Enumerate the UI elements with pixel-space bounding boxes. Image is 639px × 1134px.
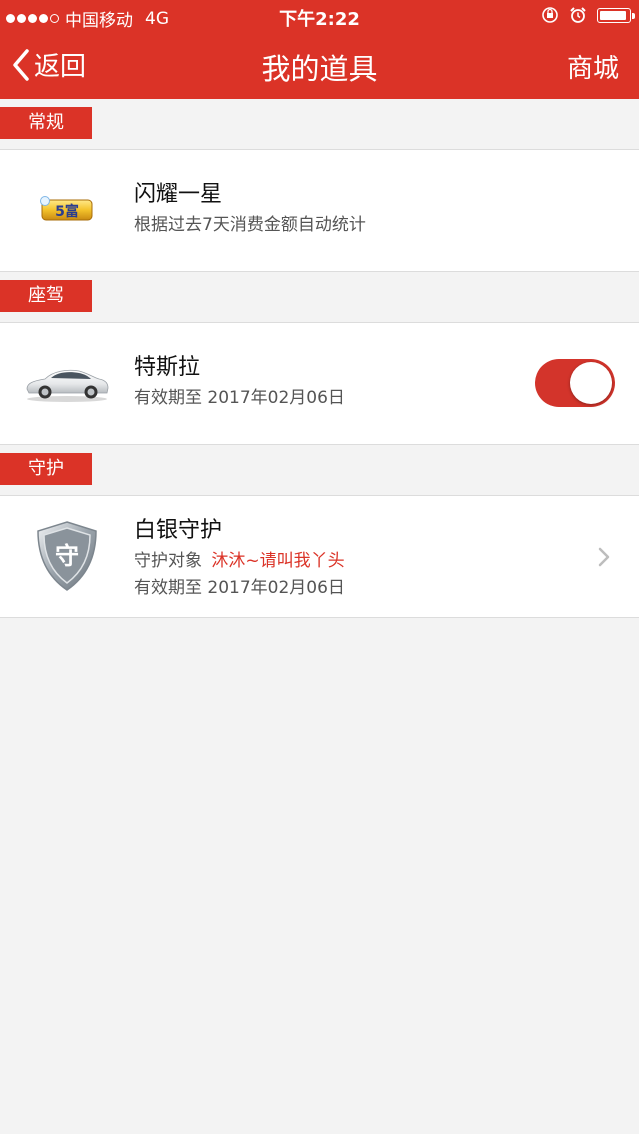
alarm-clock-icon bbox=[570, 7, 586, 23]
expiry-date: 有效期至 2017年02月06日 bbox=[134, 388, 345, 408]
shop-button[interactable]: 商城 bbox=[567, 48, 619, 85]
toggle-knob bbox=[570, 362, 612, 404]
section-tag: 守护 bbox=[0, 453, 96, 485]
item-text: 特斯拉 有效期至 2017年02月06日 bbox=[134, 351, 345, 412]
guardian-target: 守护对象 沐沐~请叫我丫头 bbox=[134, 548, 345, 575]
target-label: 守护对象 bbox=[134, 551, 202, 571]
badge-label: 5富 bbox=[55, 203, 79, 220]
section-tag: 座驾 bbox=[0, 280, 96, 312]
top-bar: 中国移动 4G 下午2:22 返回 我的道具 商城 bbox=[0, 0, 639, 99]
page-title: 我的道具 bbox=[261, 52, 378, 86]
vehicle-toggle[interactable] bbox=[535, 359, 615, 407]
car-icon bbox=[22, 343, 112, 423]
status-bar: 中国移动 4G 下午2:22 bbox=[0, 0, 639, 32]
navigation-bar: 返回 我的道具 商城 bbox=[0, 32, 639, 99]
section-header-guardian: 守护 bbox=[0, 445, 639, 496]
list-item[interactable]: 特斯拉 有效期至 2017年02月06日 bbox=[0, 323, 639, 445]
list-item[interactable]: 5富 闪耀一星 根据过去7天消费金额自动统计 bbox=[0, 150, 639, 272]
silver-shield-icon: 守 bbox=[22, 516, 112, 596]
section-header-vehicle: 座驾 bbox=[0, 272, 639, 323]
status-right bbox=[541, 6, 635, 24]
target-name: 沐沐~请叫我丫头 bbox=[211, 551, 345, 571]
badge-5-fortune-icon: 5富 bbox=[22, 170, 112, 250]
shield-label: 守 bbox=[55, 542, 79, 570]
item-title: 特斯拉 bbox=[134, 355, 201, 380]
list-item[interactable]: 守 白银守护 守护对象 沐沐~请叫我丫头 有效期至 2017年02月06日 bbox=[0, 496, 639, 618]
item-subtitle: 根据过去7天消费金额自动统计 bbox=[134, 215, 366, 235]
section-header-general: 常规 bbox=[0, 99, 639, 150]
item-title: 白银守护 bbox=[134, 518, 223, 543]
orientation-lock-icon bbox=[542, 7, 558, 23]
item-text: 白银守护 守护对象 沐沐~请叫我丫头 有效期至 2017年02月06日 bbox=[134, 514, 345, 602]
expiry-date: 有效期至 2017年02月06日 bbox=[134, 578, 345, 598]
item-text: 闪耀一星 根据过去7天消费金额自动统计 bbox=[134, 178, 366, 239]
chevron-right-icon bbox=[598, 547, 610, 567]
battery-icon bbox=[597, 7, 635, 23]
section-tag: 常规 bbox=[0, 107, 96, 139]
item-title: 闪耀一星 bbox=[134, 182, 223, 207]
